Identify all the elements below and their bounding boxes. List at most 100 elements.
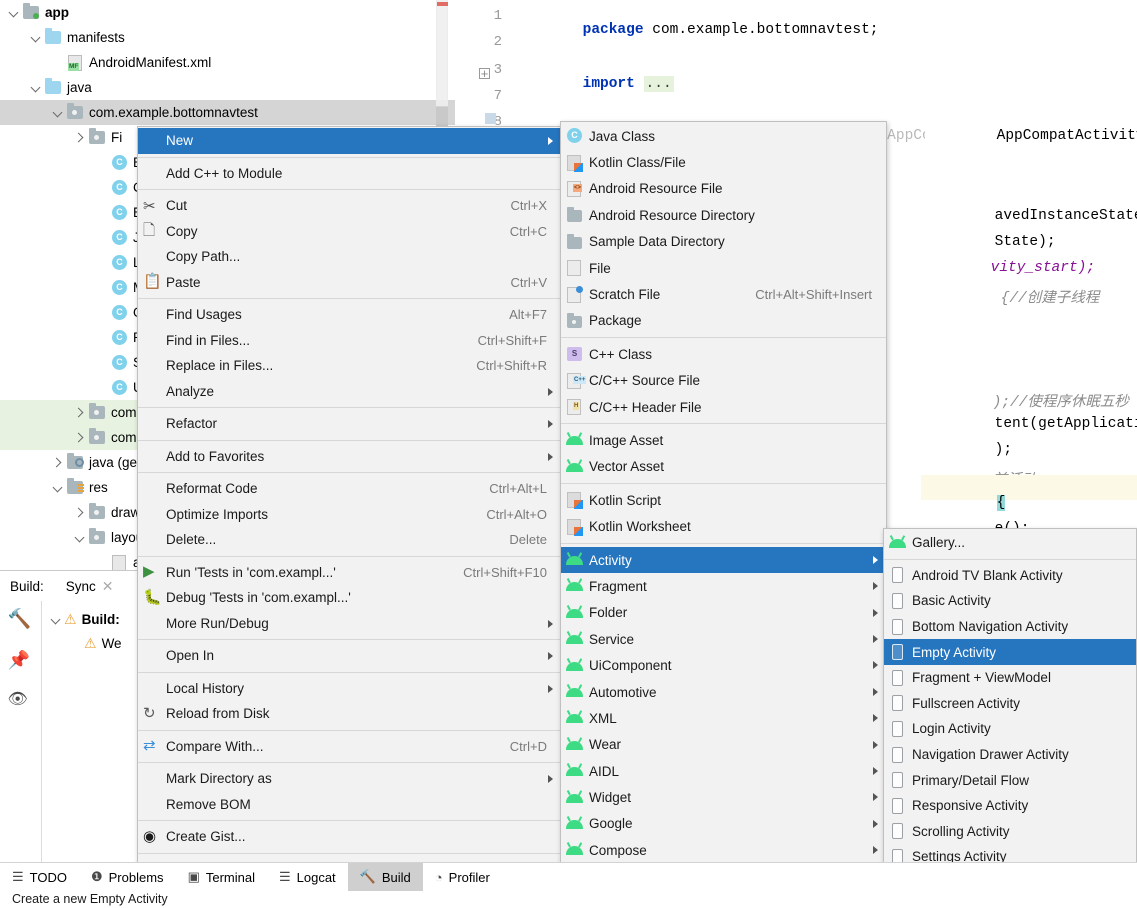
menu-item-analyze[interactable]: Analyze (138, 379, 561, 405)
menu-item-gallery[interactable]: Gallery... (884, 530, 1136, 556)
chevron-right-icon[interactable] (72, 500, 88, 525)
menu-item-aidl[interactable]: AIDL (561, 758, 886, 784)
menu-item-mark-directory-as[interactable]: Mark Directory as (138, 766, 561, 792)
menu-item-primary-detail-flow[interactable]: Primary/Detail Flow (884, 767, 1136, 793)
menu-item-widget[interactable]: Widget (561, 784, 886, 810)
folded-imports[interactable]: ... (643, 76, 674, 92)
menu-item-package[interactable]: Package (561, 308, 886, 334)
chevron-right-icon[interactable] (72, 425, 88, 450)
hammer-icon[interactable]: 🔨 (8, 607, 34, 633)
menu-item-fragment[interactable]: Fragment (561, 573, 886, 599)
bottom-tab-todo[interactable]: ☰ TODO (0, 863, 79, 892)
menu-item-compose[interactable]: Compose (561, 837, 886, 863)
menu-item-refactor[interactable]: Refactor (138, 411, 561, 437)
pin-icon[interactable]: 📌 (8, 647, 34, 673)
menu-item-c-c-source-file[interactable]: C++ C/C++ Source File (561, 368, 886, 394)
tree-item-java[interactable]: java (0, 75, 455, 100)
menu-item-open-in[interactable]: Open In (138, 643, 561, 669)
menu-item-scrolling-activity[interactable]: Scrolling Activity (884, 819, 1136, 845)
gutter-marker-icon[interactable] (485, 113, 496, 124)
chevron-right-icon[interactable] (72, 125, 88, 150)
menu-item-find-in-files[interactable]: Find in Files... Ctrl+Shift+F (138, 328, 561, 354)
menu-item-more-run-debug[interactable]: More Run/Debug (138, 611, 561, 637)
menu-item-image-asset[interactable]: Image Asset (561, 427, 886, 453)
menu-item-wear[interactable]: Wear (561, 732, 886, 758)
menu-item-android-resource-directory[interactable]: Android Resource Directory (561, 202, 886, 228)
menu-item-new[interactable]: New (138, 128, 561, 154)
bottom-tab-terminal[interactable]: ▣ Terminal (176, 863, 267, 892)
menu-item-android-tv-blank-activity[interactable]: Android TV Blank Activity (884, 563, 1136, 589)
menu-item-kotlin-worksheet[interactable]: Kotlin Worksheet (561, 513, 886, 539)
menu-item-login-activity[interactable]: Login Activity (884, 716, 1136, 742)
chevron-down-icon[interactable] (48, 607, 64, 632)
menu-item-find-usages[interactable]: Find Usages Alt+F7 (138, 302, 561, 328)
menu-item-remove-bom[interactable]: Remove BOM (138, 792, 561, 818)
menu-item-c-class[interactable]: S C++ Class (561, 341, 886, 367)
bottom-tab-build[interactable]: 🔨 Build (347, 862, 423, 892)
menu-item-uicomponent[interactable]: UiComponent (561, 652, 886, 678)
menu-item-bottom-navigation-activity[interactable]: Bottom Navigation Activity (884, 614, 1136, 640)
chevron-down-icon[interactable] (28, 75, 44, 100)
chevron-down-icon[interactable] (50, 475, 66, 500)
menu-item-fragment-viewmodel[interactable]: Fragment + ViewModel (884, 665, 1136, 691)
activity-submenu[interactable]: Gallery... Android TV Blank Activity Basic… (883, 528, 1137, 898)
menu-item-compare-with[interactable]: ⇄ Compare With... Ctrl+D (138, 734, 561, 760)
menu-item-delete[interactable]: Delete... Delete (138, 527, 561, 553)
build-tab-sync[interactable]: Sync ✕ (66, 578, 114, 595)
context-menu[interactable]: New Add C++ to Module ✂ Cut Ctrl+X 🗋 Copy Ctrl+… (137, 126, 562, 884)
menu-item-add-to-favorites[interactable]: Add to Favorites (138, 444, 561, 470)
chevron-right-icon[interactable] (50, 450, 66, 475)
tree-item-manifests[interactable]: manifests (0, 25, 455, 50)
tree-item-com-example-bottomnavtest[interactable]: com.example.bottomnavtest (0, 100, 455, 125)
menu-item-optimize-imports[interactable]: Optimize Imports Ctrl+Alt+O (138, 502, 561, 528)
menu-item-xml[interactable]: XML (561, 705, 886, 731)
menu-item-sample-data-directory[interactable]: Sample Data Directory (561, 229, 886, 255)
menu-item-cut[interactable]: ✂ Cut Ctrl+X (138, 193, 561, 219)
menu-item-navigation-drawer-activity[interactable]: Navigation Drawer Activity (884, 742, 1136, 768)
menu-item-google[interactable]: Google (561, 811, 886, 837)
menu-item-fullscreen-activity[interactable]: Fullscreen Activity (884, 691, 1136, 717)
menu-item-file[interactable]: File (561, 255, 886, 281)
menu-item-automotive[interactable]: Automotive (561, 679, 886, 705)
menu-item-responsive-activity[interactable]: Responsive Activity (884, 793, 1136, 819)
menu-item-android-resource-file[interactable]: <> Android Resource File (561, 176, 886, 202)
menu-item-empty-activity[interactable]: Empty Activity (884, 639, 1136, 665)
menu-item-paste[interactable]: 📋 Paste Ctrl+V (138, 270, 561, 296)
menu-item-kotlin-class-file[interactable]: Kotlin Class/File (561, 149, 886, 175)
chevron-down-icon[interactable] (6, 0, 22, 25)
tree-item-androidmanifest-xml[interactable]: AndroidManifest.xml (0, 50, 455, 75)
close-icon[interactable]: ✕ (102, 578, 114, 595)
chevron-down-icon[interactable] (50, 100, 66, 125)
chevron-down-icon[interactable] (28, 25, 44, 50)
menu-item-local-history[interactable]: Local History (138, 676, 561, 702)
new-submenu[interactable]: C Java Class Kotlin Class/File <> Android Re… (560, 121, 887, 908)
chevron-right-icon[interactable] (72, 400, 88, 425)
bottom-tab-logcat[interactable]: ☰ Logcat (267, 863, 348, 892)
menu-item-create-gist[interactable]: ◉ Create Gist... (138, 824, 561, 850)
menu-item-service[interactable]: Service (561, 626, 886, 652)
chevron-down-icon[interactable] (72, 525, 88, 550)
bottom-tab-problems[interactable]: ❶ Problems (79, 863, 176, 892)
menu-item-reformat-code[interactable]: Reformat Code Ctrl+Alt+L (138, 476, 561, 502)
menu-item-activity[interactable]: Activity (561, 546, 886, 574)
eye-icon[interactable]: 👁 (8, 687, 34, 713)
bottom-tab-profiler[interactable]: ◔ Profiler (423, 863, 502, 892)
tree-item-app[interactable]: app (0, 0, 455, 25)
menu-item-java-class[interactable]: C Java Class (561, 123, 886, 149)
menu-item-kotlin-script[interactable]: Kotlin Script (561, 487, 886, 513)
menu-item-copy-path[interactable]: Copy Path... (138, 244, 561, 270)
bottom-tool-bar[interactable]: ☰ TODO ❶ Problems ▣ Terminal ☰ Logcat 🔨 Build ◔ Pro… (0, 862, 1137, 892)
menu-item-basic-activity[interactable]: Basic Activity (884, 588, 1136, 614)
menu-item-vector-asset[interactable]: Vector Asset (561, 454, 886, 480)
menu-item-c-c-header-file[interactable]: H C/C++ Header File (561, 394, 886, 420)
menu-item-scratch-file[interactable]: Scratch File Ctrl+Alt+Shift+Insert (561, 281, 886, 307)
menu-item-copy[interactable]: 🗋 Copy Ctrl+C (138, 219, 561, 245)
menu-item-debug-tests-in-com-exampl[interactable]: 🐛 Debug 'Tests in 'com.exampl...' (138, 585, 561, 611)
fold-expand-icon[interactable]: + (479, 67, 490, 80)
build-gutter-toolbar[interactable]: 🔨 📌 👁 (0, 601, 42, 863)
menu-item-reload-from-disk[interactable]: ↻ Reload from Disk (138, 701, 561, 727)
project-scrollbar-track[interactable] (436, 0, 448, 106)
menu-item-run-tests-in-com-exampl[interactable]: ▶ Run 'Tests in 'com.exampl...' Ctrl+Shift… (138, 560, 561, 586)
menu-item-add-c-to-module[interactable]: Add C++ to Module (138, 161, 561, 187)
menu-item-folder[interactable]: Folder (561, 600, 886, 626)
